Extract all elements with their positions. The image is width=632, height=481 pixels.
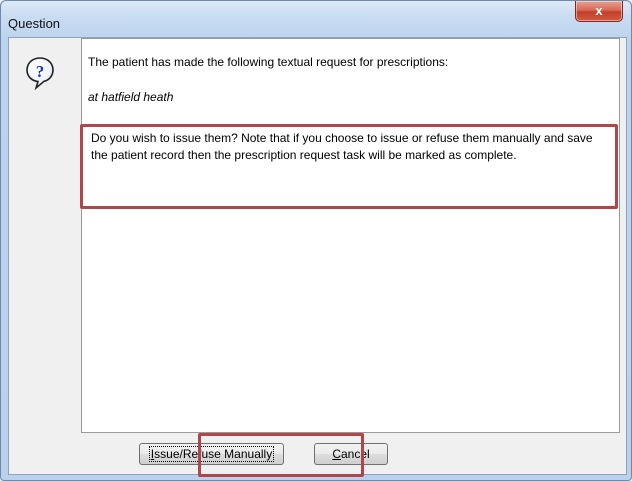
question-icon: ? [26,57,54,90]
question-glyph: ? [36,62,45,81]
close-button[interactable]: x [575,1,623,22]
question-highlight-box: Do you wish to issue them? Note that if … [80,124,618,209]
message-panel: The patient has made the following textu… [80,38,620,433]
question-dialog: Question x ? The patient has made the fo… [0,0,632,481]
dialog-title: Question [8,16,61,31]
request-text: at hatfield heath [88,90,174,104]
message-intro: The patient has made the following textu… [88,55,449,69]
question-text: Do you wish to issue them? Note that if … [91,131,593,162]
close-icon: x [595,3,603,18]
dialog-body: ? The patient has made the following tex… [8,37,627,475]
button-highlight-box [198,433,364,477]
title-bar[interactable]: Question x [1,1,631,37]
